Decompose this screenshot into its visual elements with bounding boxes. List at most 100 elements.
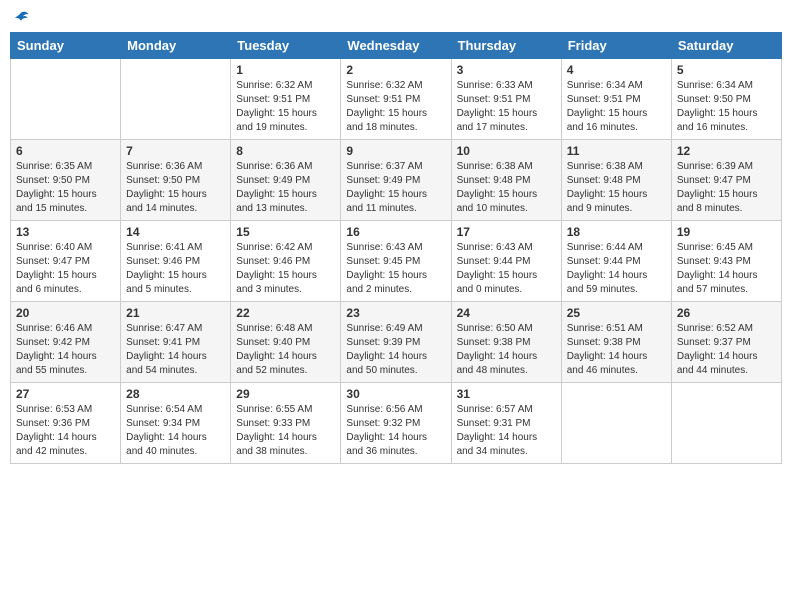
- day-info: Sunrise: 6:38 AMSunset: 9:48 PMDaylight:…: [567, 160, 666, 216]
- day-number: 23: [346, 306, 445, 320]
- calendar-cell: 13 Sunrise: 6:40 AMSunset: 9:47 PMDayligh…: [11, 221, 121, 302]
- day-info: Sunrise: 6:53 AMSunset: 9:36 PMDaylight:…: [16, 403, 115, 459]
- calendar-cell: 11 Sunrise: 6:38 AMSunset: 9:48 PMDayligh…: [561, 140, 671, 221]
- day-info: Sunrise: 6:49 AMSunset: 9:39 PMDaylight:…: [346, 322, 445, 378]
- day-number: 19: [677, 225, 776, 239]
- day-of-week-header: Monday: [121, 33, 231, 59]
- calendar-cell: 17 Sunrise: 6:43 AMSunset: 9:44 PMDayligh…: [451, 221, 561, 302]
- calendar-cell: 18 Sunrise: 6:44 AMSunset: 9:44 PMDayligh…: [561, 221, 671, 302]
- calendar-week-row: 13 Sunrise: 6:40 AMSunset: 9:47 PMDayligh…: [11, 221, 782, 302]
- day-info: Sunrise: 6:50 AMSunset: 9:38 PMDaylight:…: [457, 322, 556, 378]
- day-info: Sunrise: 6:54 AMSunset: 9:34 PMDaylight:…: [126, 403, 225, 459]
- day-number: 21: [126, 306, 225, 320]
- calendar-cell: 25 Sunrise: 6:51 AMSunset: 9:38 PMDayligh…: [561, 302, 671, 383]
- day-number: 30: [346, 387, 445, 401]
- day-info: Sunrise: 6:43 AMSunset: 9:44 PMDaylight:…: [457, 241, 556, 297]
- calendar-cell: [121, 59, 231, 140]
- day-info: Sunrise: 6:41 AMSunset: 9:46 PMDaylight:…: [126, 241, 225, 297]
- day-number: 11: [567, 144, 666, 158]
- day-number: 27: [16, 387, 115, 401]
- day-number: 13: [16, 225, 115, 239]
- calendar-cell: 26 Sunrise: 6:52 AMSunset: 9:37 PMDayligh…: [671, 302, 781, 383]
- calendar-cell: 29 Sunrise: 6:55 AMSunset: 9:33 PMDayligh…: [231, 383, 341, 464]
- day-info: Sunrise: 6:40 AMSunset: 9:47 PMDaylight:…: [16, 241, 115, 297]
- logo: [10, 10, 30, 24]
- day-info: Sunrise: 6:57 AMSunset: 9:31 PMDaylight:…: [457, 403, 556, 459]
- day-number: 22: [236, 306, 335, 320]
- day-info: Sunrise: 6:51 AMSunset: 9:38 PMDaylight:…: [567, 322, 666, 378]
- calendar-cell: 15 Sunrise: 6:42 AMSunset: 9:46 PMDayligh…: [231, 221, 341, 302]
- day-of-week-header: Wednesday: [341, 33, 451, 59]
- calendar-cell: 22Sunrise: 6:48 AMSunset: 9:40 PMDayligh…: [231, 302, 341, 383]
- calendar-table: SundayMondayTuesdayWednesdayThursdayFrid…: [10, 32, 782, 464]
- day-number: 2: [346, 63, 445, 77]
- day-number: 18: [567, 225, 666, 239]
- day-number: 10: [457, 144, 556, 158]
- day-info: Sunrise: 6:36 AMSunset: 9:49 PMDaylight:…: [236, 160, 335, 216]
- day-number: 14: [126, 225, 225, 239]
- calendar-week-row: 1Sunrise: 6:32 AMSunset: 9:51 PMDaylight…: [11, 59, 782, 140]
- day-number: 17: [457, 225, 556, 239]
- calendar-cell: [671, 383, 781, 464]
- day-info: Sunrise: 6:56 AMSunset: 9:32 PMDaylight:…: [346, 403, 445, 459]
- calendar-cell: 31 Sunrise: 6:57 AMSunset: 9:31 PMDayligh…: [451, 383, 561, 464]
- day-number: 24: [457, 306, 556, 320]
- day-info: Sunrise: 6:43 AMSunset: 9:45 PMDaylight:…: [346, 241, 445, 297]
- day-number: 3: [457, 63, 556, 77]
- day-of-week-header: Saturday: [671, 33, 781, 59]
- day-info: Sunrise: 6:32 AMSunset: 9:51 PMDaylight:…: [236, 79, 335, 135]
- calendar-cell: 5 Sunrise: 6:34 AMSunset: 9:50 PMDaylight…: [671, 59, 781, 140]
- day-info: Sunrise: 6:34 AMSunset: 9:51 PMDaylight:…: [567, 79, 666, 135]
- day-number: 26: [677, 306, 776, 320]
- calendar-cell: 2 Sunrise: 6:32 AMSunset: 9:51 PMDaylight…: [341, 59, 451, 140]
- calendar-cell: 14 Sunrise: 6:41 AMSunset: 9:46 PMDayligh…: [121, 221, 231, 302]
- calendar-cell: 24 Sunrise: 6:50 AMSunset: 9:38 PMDayligh…: [451, 302, 561, 383]
- day-number: 31: [457, 387, 556, 401]
- day-info: Sunrise: 6:52 AMSunset: 9:37 PMDaylight:…: [677, 322, 776, 378]
- day-number: 29: [236, 387, 335, 401]
- day-of-week-header: Thursday: [451, 33, 561, 59]
- calendar-cell: 16 Sunrise: 6:43 AMSunset: 9:45 PMDayligh…: [341, 221, 451, 302]
- day-number: 28: [126, 387, 225, 401]
- calendar-cell: 28 Sunrise: 6:54 AMSunset: 9:34 PMDayligh…: [121, 383, 231, 464]
- calendar-cell: 20Sunrise: 6:46 AMSunset: 9:42 PMDayligh…: [11, 302, 121, 383]
- day-info: Sunrise: 6:36 AMSunset: 9:50 PMDaylight:…: [126, 160, 225, 216]
- day-number: 25: [567, 306, 666, 320]
- day-info: Sunrise: 6:37 AMSunset: 9:49 PMDaylight:…: [346, 160, 445, 216]
- day-of-week-header: Friday: [561, 33, 671, 59]
- day-info: Sunrise: 6:42 AMSunset: 9:46 PMDaylight:…: [236, 241, 335, 297]
- day-number: 12: [677, 144, 776, 158]
- day-info: Sunrise: 6:32 AMSunset: 9:51 PMDaylight:…: [346, 79, 445, 135]
- day-of-week-header: Tuesday: [231, 33, 341, 59]
- calendar-cell: 8Sunrise: 6:36 AMSunset: 9:49 PMDaylight…: [231, 140, 341, 221]
- calendar-cell: 9 Sunrise: 6:37 AMSunset: 9:49 PMDaylight…: [341, 140, 451, 221]
- day-info: Sunrise: 6:46 AMSunset: 9:42 PMDaylight:…: [16, 322, 115, 378]
- day-info: Sunrise: 6:55 AMSunset: 9:33 PMDaylight:…: [236, 403, 335, 459]
- calendar-cell: 30 Sunrise: 6:56 AMSunset: 9:32 PMDayligh…: [341, 383, 451, 464]
- day-number: 15: [236, 225, 335, 239]
- day-info: Sunrise: 6:44 AMSunset: 9:44 PMDaylight:…: [567, 241, 666, 297]
- day-info: Sunrise: 6:33 AMSunset: 9:51 PMDaylight:…: [457, 79, 556, 135]
- calendar-cell: 27 Sunrise: 6:53 AMSunset: 9:36 PMDayligh…: [11, 383, 121, 464]
- calendar-week-row: 27 Sunrise: 6:53 AMSunset: 9:36 PMDayligh…: [11, 383, 782, 464]
- calendar-cell: 3 Sunrise: 6:33 AMSunset: 9:51 PMDaylight…: [451, 59, 561, 140]
- day-info: Sunrise: 6:34 AMSunset: 9:50 PMDaylight:…: [677, 79, 776, 135]
- logo-bird-icon: [12, 10, 30, 28]
- day-info: Sunrise: 6:38 AMSunset: 9:48 PMDaylight:…: [457, 160, 556, 216]
- calendar-week-row: 6 Sunrise: 6:35 AMSunset: 9:50 PMDaylight…: [11, 140, 782, 221]
- day-number: 9: [346, 144, 445, 158]
- calendar-cell: 4 Sunrise: 6:34 AMSunset: 9:51 PMDaylight…: [561, 59, 671, 140]
- calendar-cell: 10 Sunrise: 6:38 AMSunset: 9:48 PMDayligh…: [451, 140, 561, 221]
- day-number: 4: [567, 63, 666, 77]
- day-number: 6: [16, 144, 115, 158]
- day-info: Sunrise: 6:45 AMSunset: 9:43 PMDaylight:…: [677, 241, 776, 297]
- day-number: 16: [346, 225, 445, 239]
- day-number: 5: [677, 63, 776, 77]
- calendar-header-row: SundayMondayTuesdayWednesdayThursdayFrid…: [11, 33, 782, 59]
- page-header: [10, 10, 782, 24]
- day-info: Sunrise: 6:47 AMSunset: 9:41 PMDaylight:…: [126, 322, 225, 378]
- calendar-week-row: 20Sunrise: 6:46 AMSunset: 9:42 PMDayligh…: [11, 302, 782, 383]
- day-info: Sunrise: 6:35 AMSunset: 9:50 PMDaylight:…: [16, 160, 115, 216]
- calendar-cell: [561, 383, 671, 464]
- calendar-cell: 1Sunrise: 6:32 AMSunset: 9:51 PMDaylight…: [231, 59, 341, 140]
